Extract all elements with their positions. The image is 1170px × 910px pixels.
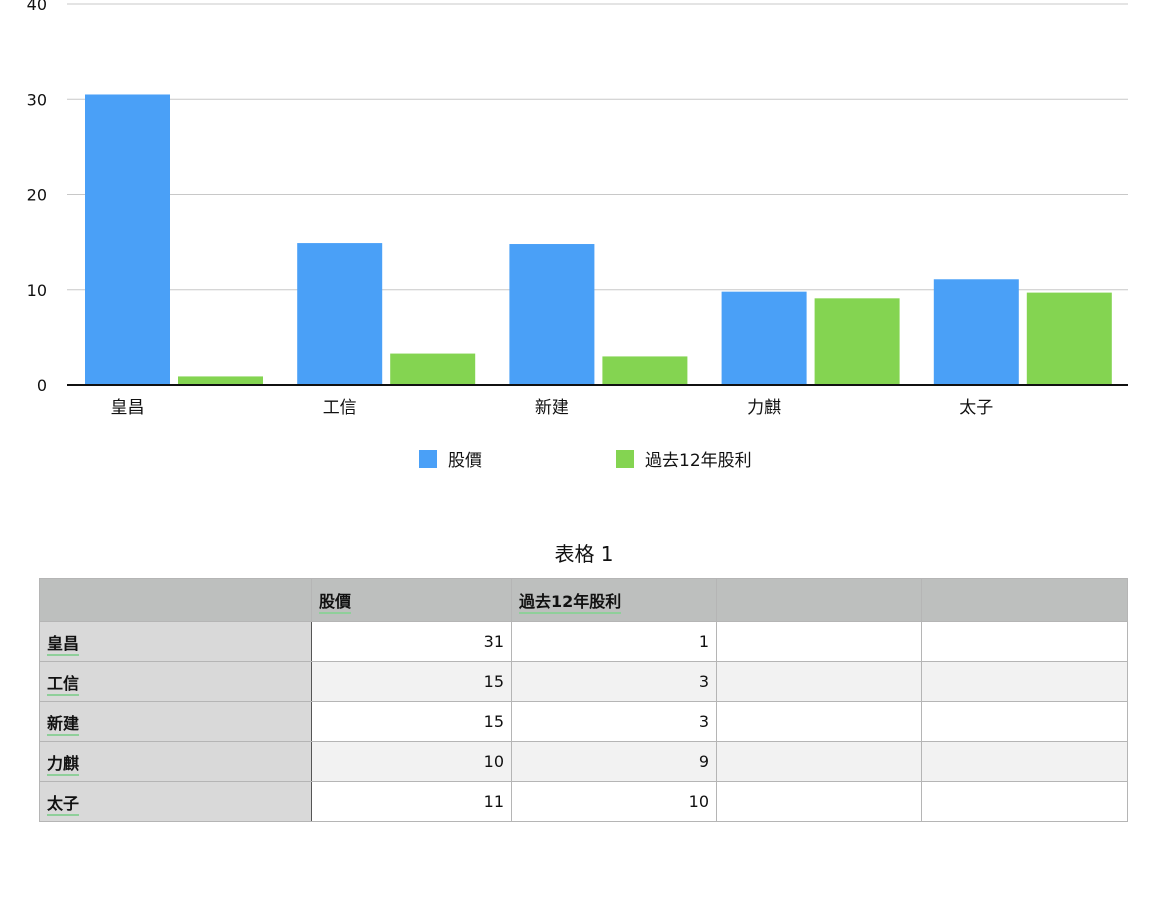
y-tick-label: 10 bbox=[27, 281, 47, 300]
table-row: 力麒 10 9 bbox=[39, 741, 1128, 782]
dividend-cell[interactable]: 9 bbox=[511, 741, 717, 782]
price-cell[interactable]: 11 bbox=[311, 781, 512, 822]
y-tick-label: 30 bbox=[27, 90, 47, 109]
dividend-cell[interactable]: 3 bbox=[511, 701, 717, 742]
x-category-label: 工信 bbox=[323, 398, 357, 418]
row-header-cell[interactable]: 皇昌 bbox=[39, 621, 312, 662]
legend-label: 股價 bbox=[448, 451, 482, 471]
bar-price bbox=[509, 244, 595, 385]
empty-cell[interactable] bbox=[716, 781, 922, 822]
table-row: 工信 15 3 bbox=[39, 661, 1128, 702]
y-tick-label: 0 bbox=[37, 376, 47, 395]
empty-cell[interactable] bbox=[716, 661, 922, 702]
empty-cell[interactable] bbox=[921, 621, 1128, 662]
price-cell[interactable]: 15 bbox=[311, 661, 512, 702]
y-tick-label: 20 bbox=[27, 186, 47, 205]
price-cell[interactable]: 31 bbox=[311, 621, 512, 662]
dividend-cell[interactable]: 3 bbox=[511, 661, 717, 702]
table-row: 新建 15 3 bbox=[39, 701, 1128, 742]
empty-cell[interactable] bbox=[921, 701, 1128, 742]
header-cell-corner[interactable] bbox=[39, 578, 312, 622]
table-title: 表格 1 bbox=[554, 542, 614, 566]
bar-dividend bbox=[602, 356, 688, 385]
empty-cell[interactable] bbox=[921, 661, 1128, 702]
x-category-label: 力麒 bbox=[747, 398, 781, 418]
empty-cell[interactable] bbox=[716, 741, 922, 782]
bar-price bbox=[297, 243, 383, 385]
bar-price bbox=[721, 291, 807, 385]
dividend-cell[interactable]: 10 bbox=[511, 781, 717, 822]
empty-cell[interactable] bbox=[716, 621, 922, 662]
header-cell-empty-1[interactable] bbox=[716, 578, 922, 622]
table-row: 太子 11 10 bbox=[39, 781, 1128, 822]
empty-cell[interactable] bbox=[921, 741, 1128, 782]
bar-dividend bbox=[178, 376, 263, 385]
bar-chart: 0 10 20 30 40 皇昌 工信 新建 力麒 太子股價 過去12年股利 bbox=[27, 0, 1128, 471]
bar-dividend bbox=[1026, 292, 1112, 385]
dividend-cell[interactable]: 1 bbox=[511, 621, 717, 662]
empty-cell[interactable] bbox=[716, 701, 922, 742]
row-header-cell[interactable]: 工信 bbox=[39, 661, 312, 702]
x-category-label: 太子 bbox=[959, 398, 993, 418]
bar-dividend bbox=[814, 298, 900, 385]
x-category-label: 皇昌 bbox=[111, 398, 145, 418]
legend-label: 過去12年股利 bbox=[645, 451, 752, 471]
price-cell[interactable]: 10 bbox=[311, 741, 512, 782]
table-row: 皇昌 31 1 bbox=[39, 621, 1128, 662]
bar-dividend bbox=[390, 353, 476, 385]
bar-price bbox=[85, 94, 170, 386]
header-cell-price[interactable]: 股價 bbox=[311, 578, 512, 622]
y-tick-label: 40 bbox=[27, 0, 47, 14]
header-cell-dividend[interactable]: 過去12年股利 bbox=[511, 578, 717, 622]
row-header-cell[interactable]: 新建 bbox=[39, 701, 312, 742]
data-table: 股價 過去12年股利 皇昌 31 1 工信 15 3 新建 15 3 力麒 10… bbox=[39, 578, 1128, 822]
legend-swatch bbox=[616, 450, 634, 468]
empty-cell[interactable] bbox=[921, 781, 1128, 822]
price-cell[interactable]: 15 bbox=[311, 701, 512, 742]
row-header-cell[interactable]: 力麒 bbox=[39, 741, 312, 782]
legend-swatch bbox=[419, 450, 437, 468]
header-cell-empty-2[interactable] bbox=[921, 578, 1128, 622]
x-category-label: 新建 bbox=[535, 398, 569, 418]
row-header-cell[interactable]: 太子 bbox=[39, 781, 312, 822]
bar-price bbox=[933, 279, 1019, 385]
table-header-row: 股價 過去12年股利 bbox=[39, 578, 1128, 622]
